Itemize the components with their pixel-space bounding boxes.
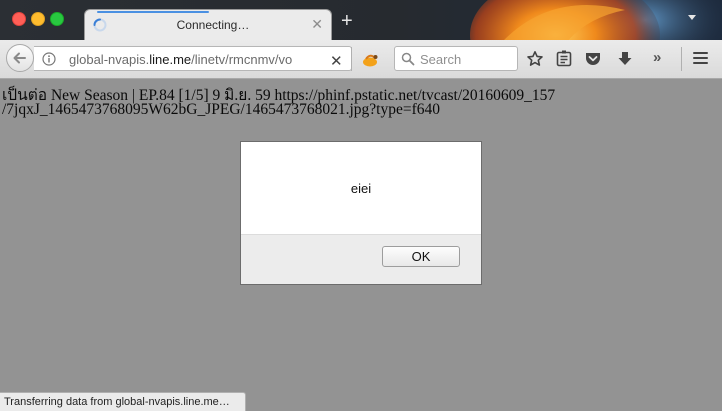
search-input[interactable]: Search: [394, 46, 518, 71]
alert-dialog: eiei OK: [240, 141, 482, 285]
search-placeholder: Search: [420, 52, 462, 67]
tab-loading-indicator: [97, 11, 209, 13]
hamburger-menu-icon[interactable]: [693, 52, 708, 67]
reading-list-icon[interactable]: [556, 50, 572, 68]
tab-title: Connecting…: [176, 18, 250, 32]
page-content: เป็นต่อ New Season | EP.84 [1/5] 9 มิ.ย.…: [0, 79, 722, 411]
window-zoom-button[interactable]: [50, 12, 64, 26]
back-arrow-icon: [13, 52, 26, 64]
site-info-icon[interactable]: [42, 52, 56, 66]
status-bar: Transferring data from global-nvapis.lin…: [0, 392, 246, 411]
addon-icon[interactable]: [361, 52, 379, 68]
url-bar[interactable]: global-nvapis.line.me/linetv/rmcnmv/vo: [34, 46, 352, 71]
dialog-message: eiei: [350, 181, 372, 196]
firefox-theme-artwork: [470, 0, 722, 40]
url-text[interactable]: global-nvapis.line.me/linetv/rmcnmv/vo: [69, 52, 324, 67]
tabs-list-chevron-down-icon[interactable]: [688, 15, 696, 20]
toolbar-separator: [351, 47, 352, 71]
toolbar-separator: [681, 47, 682, 71]
downloads-arrow-icon[interactable]: [616, 50, 634, 68]
ok-button[interactable]: OK: [382, 246, 460, 267]
bookmark-star-icon[interactable]: [526, 50, 544, 68]
window-close-button[interactable]: [12, 12, 26, 26]
status-text: Transferring data from global-nvapis.lin…: [4, 396, 230, 408]
title-bar: Connecting… ✕ +: [0, 0, 722, 40]
page-text-line: /7jqxJ_1465473768095W62bG_JPEG/146547376…: [2, 101, 440, 118]
dialog-footer: OK: [241, 234, 481, 284]
window-minimize-button[interactable]: [31, 12, 45, 26]
search-icon: [401, 52, 415, 66]
new-tab-button[interactable]: +: [341, 11, 353, 31]
overflow-menu-chevron-icon[interactable]: »: [653, 49, 661, 66]
tab-close-icon[interactable]: ✕: [311, 16, 323, 33]
back-button[interactable]: [6, 44, 34, 72]
pocket-icon[interactable]: [584, 50, 602, 68]
loading-spinner-icon: [93, 18, 107, 32]
tab-active[interactable]: Connecting… ✕: [84, 9, 332, 40]
stop-loading-button[interactable]: ✕: [330, 52, 343, 70]
